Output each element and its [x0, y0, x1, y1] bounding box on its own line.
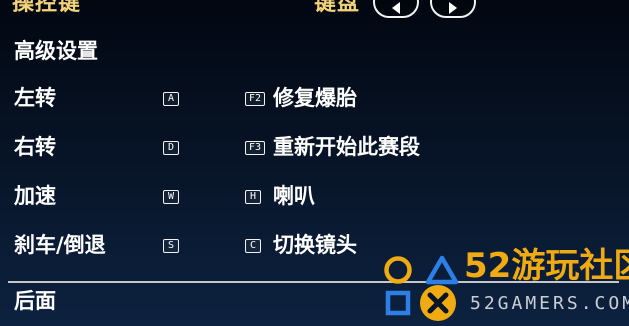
circle-icon: [382, 254, 414, 286]
right-triangle-icon: [449, 2, 457, 14]
brake-reverse-label: 刹车/倒退: [14, 233, 106, 257]
controls-tab-label: 操控键: [12, 0, 82, 16]
restart-stage-key[interactable]: F3: [245, 141, 266, 155]
square-icon: [384, 289, 412, 317]
triangle-icon: [423, 254, 461, 286]
next-page-button[interactable]: [430, 0, 476, 18]
top-bar: 操控键 键盘: [0, 0, 629, 22]
accelerate-key[interactable]: W: [163, 190, 179, 204]
switch-camera-key[interactable]: C: [245, 239, 261, 253]
watermark: 52游玩社区 52GAMERS.COM: [380, 246, 629, 323]
turn-right-label: 右转: [14, 135, 56, 159]
restart-stage-label: 重新开始此赛段: [273, 135, 420, 159]
brake-reverse-key[interactable]: S: [163, 239, 179, 253]
fix-tire-label: 修复爆胎: [273, 86, 357, 110]
control-row-turn-left[interactable]: 左转 A F2 修复爆胎: [0, 84, 629, 114]
horn-label: 喇叭: [273, 184, 315, 208]
watermark-brand: 52游玩社区: [464, 246, 629, 286]
control-row-turn-right[interactable]: 右转 D F3 重新开始此赛段: [0, 133, 629, 163]
accelerate-label: 加速: [14, 184, 56, 208]
turn-right-key[interactable]: D: [163, 141, 179, 155]
watermark-site: 52GAMERS.COM: [470, 293, 629, 314]
turn-left-label: 左转: [14, 86, 56, 110]
turn-left-key[interactable]: A: [163, 92, 179, 106]
keyboard-tab-label: 键盘: [314, 0, 361, 16]
back-button[interactable]: 后面: [14, 287, 56, 315]
cross-icon: [418, 283, 458, 323]
left-triangle-icon: [392, 2, 400, 14]
horn-key[interactable]: H: [245, 190, 261, 204]
switch-camera-label: 切换镜头: [273, 233, 357, 257]
advanced-settings-title: 高级设置: [14, 39, 98, 63]
previous-page-button[interactable]: [373, 0, 419, 18]
fix-tire-key[interactable]: F2: [245, 92, 266, 106]
control-row-accelerate[interactable]: 加速 W H 喇叭: [0, 182, 629, 212]
